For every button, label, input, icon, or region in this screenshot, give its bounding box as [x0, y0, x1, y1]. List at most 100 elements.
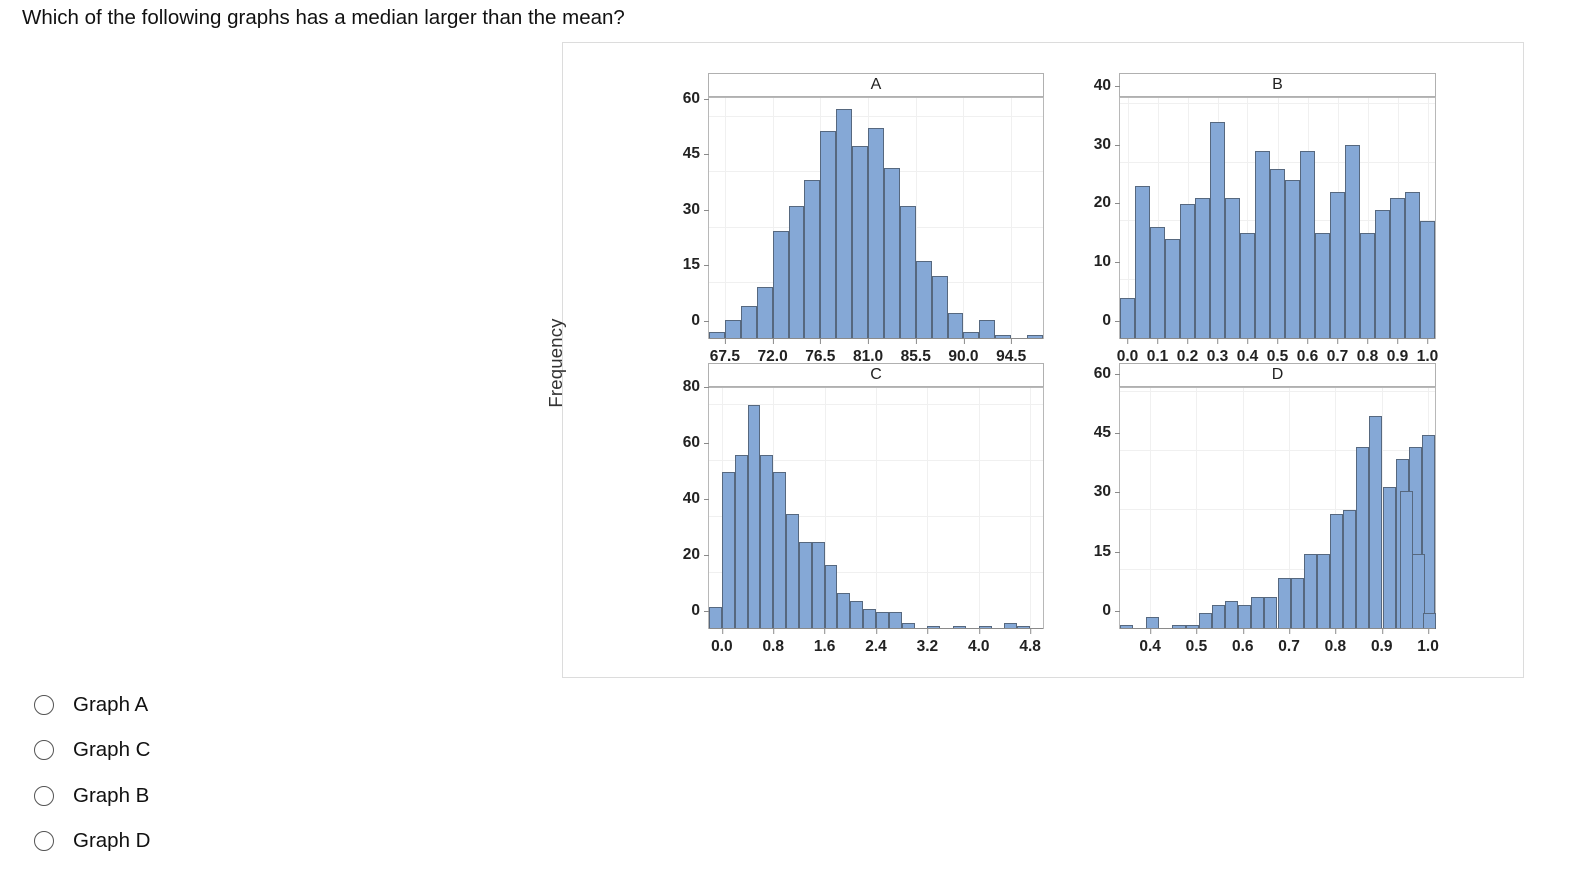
y-tick-label-a: 15 — [683, 256, 710, 274]
histogram-bars-d — [1120, 388, 1437, 629]
histogram-bar — [1120, 297, 1135, 339]
x-tick-label-b: 1.0 — [1417, 339, 1438, 366]
y-tick-label-a: 60 — [683, 90, 710, 108]
histogram-bar — [1329, 514, 1344, 629]
histogram-bar — [1225, 197, 1240, 339]
plot-inner-d: 0 15 30 45 60 0.4 0.5 0.6 0.7 0.8 0.9 1.0 — [1094, 365, 1439, 655]
histogram-bar — [1264, 597, 1278, 629]
y-tick-label-d: 60 — [1094, 365, 1121, 383]
x-tick-label-b: 0.9 — [1387, 339, 1408, 366]
y-tick-label-c: 0 — [691, 602, 709, 620]
histogram-bar — [899, 205, 916, 339]
x-tick-label-d: 0.4 — [1139, 629, 1161, 656]
histogram-bar — [724, 320, 741, 339]
y-tick-label-b: 30 — [1094, 136, 1121, 154]
x-tick-label-a: 72.0 — [758, 339, 788, 366]
x-tick-label-b: 0.7 — [1327, 339, 1348, 366]
histogram-bar — [760, 455, 774, 629]
x-tick-label-c: 0.0 — [711, 629, 733, 656]
x-tick-label-a: 67.5 — [710, 339, 740, 366]
histogram-bar — [773, 472, 787, 629]
radio-button-icon[interactable] — [34, 785, 54, 806]
y-axis-title: Frequency — [545, 318, 566, 408]
chart-panel-c: C 0 20 40 60 80 0.0 0.8 1.6 2.4 3.2 4.0 4.8 — [652, 363, 1046, 663]
histogram-bar — [721, 472, 735, 629]
histogram-bar — [836, 109, 853, 339]
x-tick-label-c: 0.8 — [762, 629, 784, 656]
plot-inner-b: 0 10 20 30 40 0.0 0.1 0.2 0.3 0.4 0.5 0.6 0.7 0.8 0.9 1… — [1094, 77, 1439, 365]
histogram-bar — [709, 606, 722, 629]
histogram-bar — [1165, 239, 1180, 339]
histogram-bar — [1135, 186, 1150, 339]
histogram-bars-b — [1120, 98, 1435, 339]
histogram-bar — [1277, 577, 1291, 629]
histogram-bar — [1405, 192, 1420, 339]
x-tick-label-b: 0.0 — [1117, 339, 1138, 366]
x-tick-label-c: 3.2 — [917, 629, 938, 656]
histogram-bar — [947, 313, 964, 339]
y-tick-label-a: 0 — [691, 312, 709, 330]
plot-inner-a: 0 15 30 45 60 67.5 72.0 76.5 81.0 85.5 90.0 94.5 — [683, 90, 1043, 365]
histogram-bar — [786, 514, 799, 629]
histogram-bar — [1198, 613, 1212, 629]
x-tick-label-b: 0.6 — [1297, 339, 1318, 366]
option-label: Graph A — [73, 692, 149, 716]
histogram-bar — [1360, 233, 1375, 339]
histogram-bar — [1420, 221, 1435, 339]
x-tick-label-a: 81.0 — [853, 339, 883, 366]
y-tick-label-d: 30 — [1094, 483, 1121, 501]
histogram-bar — [1303, 553, 1317, 629]
histogram-bar — [1369, 415, 1383, 629]
x-tick-label-b: 0.5 — [1267, 339, 1288, 366]
y-tick-label-d: 0 — [1102, 602, 1120, 620]
histogram-bar — [772, 231, 789, 339]
question-text: Which of the following graphs has a medi… — [22, 6, 625, 29]
x-tick-label-d: 1.0 — [1417, 629, 1439, 656]
radio-button-icon[interactable] — [34, 831, 54, 852]
histogram-bar — [837, 592, 851, 629]
histogram-bar — [1343, 510, 1357, 629]
x-tick-label-b: 0.3 — [1207, 339, 1228, 366]
histogram-bar — [1390, 197, 1405, 339]
x-tick-label-c: 4.0 — [968, 629, 990, 656]
option-row-3[interactable]: Graph D — [34, 819, 454, 865]
option-row-0[interactable]: Graph A — [34, 682, 454, 728]
histogram-bar — [740, 305, 757, 339]
option-row-1[interactable]: Graph C — [34, 728, 454, 774]
histogram-bar — [883, 168, 900, 339]
x-tick-label-c: 4.8 — [1019, 629, 1041, 656]
x-tick-label-b: 0.2 — [1177, 339, 1198, 366]
chart-panel-a: A 0 15 30 45 60 67.5 72.0 76.5 81.0 85.5 90.0 94.5 — [652, 73, 1046, 373]
x-tick-label-b: 0.4 — [1237, 339, 1258, 366]
histogram-bar — [1225, 601, 1239, 629]
chart-panel-d: D 0 15 30 45 60 0.4 0.5 0.6 0.7 0.8 0.9 1.0 — [1063, 363, 1439, 663]
plot-area-c: 0 20 40 60 80 0.0 0.8 1.6 2.4 3.2 4.0 4.8 — [683, 378, 1044, 655]
histogram-bar — [804, 179, 821, 339]
histogram-bar — [1345, 145, 1360, 339]
plot-area-d: 0 15 30 45 60 0.4 0.5 0.6 0.7 0.8 0.9 1.0 — [1094, 365, 1439, 655]
histogram-bar — [788, 205, 805, 339]
option-row-2[interactable]: Graph B — [34, 773, 454, 819]
x-tick-label-d: 0.9 — [1371, 629, 1393, 656]
plot-inner-c: 0 20 40 60 80 0.0 0.8 1.6 2.4 3.2 4.0 4.8 — [683, 378, 1043, 655]
histogram-bar — [756, 287, 773, 339]
x-tick-label-d: 0.6 — [1232, 629, 1254, 656]
y-tick-label-c: 20 — [683, 546, 710, 564]
histogram-bar — [868, 127, 884, 339]
histogram-bar — [1316, 553, 1330, 629]
y-tick-label-d: 15 — [1094, 543, 1121, 561]
histogram-bar — [931, 275, 948, 339]
radio-button-icon[interactable] — [34, 740, 54, 761]
x-tick-label-b: 0.1 — [1147, 339, 1168, 366]
histogram-bar — [811, 542, 825, 629]
x-tick-label-c: 1.6 — [814, 629, 835, 656]
histogram-bar — [1330, 192, 1345, 339]
histogram-bar — [876, 612, 889, 629]
histogram-bar — [1374, 209, 1390, 339]
histogram-bar — [1255, 150, 1270, 339]
option-label: Graph D — [73, 829, 151, 853]
radio-button-icon[interactable] — [34, 694, 54, 715]
y-tick-label-a: 45 — [683, 145, 710, 163]
figure-container: Frequency A 0 15 30 45 60 67.5 72.0 76.5 81.0 85.… — [545, 42, 1524, 678]
histogram-bar — [1150, 227, 1165, 339]
